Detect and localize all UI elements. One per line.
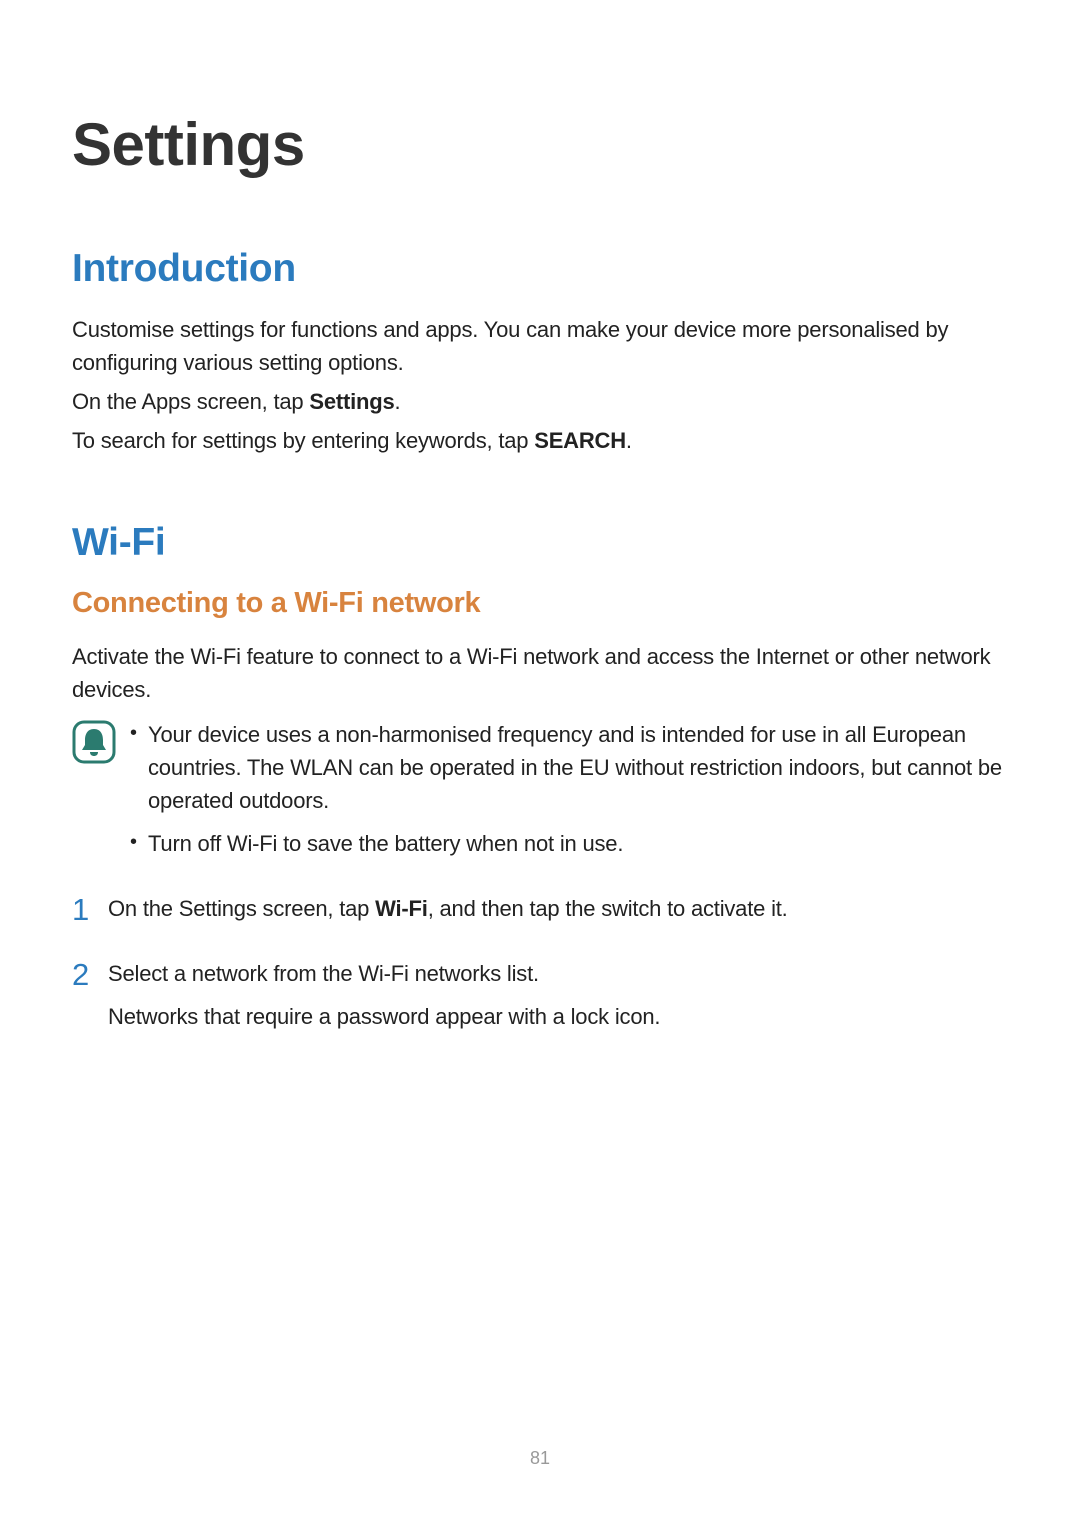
text-span: On the Apps screen, tap [72,389,309,414]
chapter-title: Settings [72,110,1008,179]
note-bullet-1: • Your device uses a non-harmonised freq… [130,718,1008,817]
step-body-2: Select a network from the Wi-Fi networks… [108,957,1008,1043]
note-bell-icon [72,720,116,764]
note-text-1: Your device uses a non-harmonised freque… [148,718,1008,817]
section-heading-introduction: Introduction [72,247,1008,291]
step-number-2: 2 [72,957,108,993]
step-1: 1 On the Settings screen, tap Wi-Fi, and… [72,892,1008,935]
intro-paragraph-3: To search for settings by entering keywo… [72,424,1008,457]
bullet-dot: • [130,718,148,748]
text-span: . [395,389,401,414]
note-text-2: Turn off Wi-Fi to save the battery when … [148,827,1008,860]
wifi-paragraph-1: Activate the Wi-Fi feature to connect to… [72,640,1008,706]
note-bullet-2: • Turn off Wi-Fi to save the battery whe… [130,827,1008,860]
subsection-heading-connecting: Connecting to a Wi-Fi network [72,587,1008,620]
step-1-text: On the Settings screen, tap Wi-Fi, and t… [108,892,1008,925]
section-heading-wifi: Wi-Fi [72,521,1008,565]
step-2: 2 Select a network from the Wi-Fi networ… [72,957,1008,1043]
text-span: On the Settings screen, tap [108,896,375,921]
intro-paragraph-1: Customise settings for functions and app… [72,313,1008,379]
step-body-1: On the Settings screen, tap Wi-Fi, and t… [108,892,1008,935]
note-list: • Your device uses a non-harmonised freq… [130,718,1008,870]
bold-wifi: Wi-Fi [375,896,428,921]
bold-settings: Settings [309,389,394,414]
step-2-text-2: Networks that require a password appear … [108,1000,1008,1033]
text-span: To search for settings by entering keywo… [72,428,534,453]
document-page: Settings Introduction Customise settings… [0,0,1080,1043]
text-span: , and then tap the switch to activate it… [428,896,788,921]
step-2-text-1: Select a network from the Wi-Fi networks… [108,957,1008,990]
note-block: • Your device uses a non-harmonised freq… [72,718,1008,870]
intro-paragraph-2: On the Apps screen, tap Settings. [72,385,1008,418]
bullet-dot: • [130,827,148,857]
bold-search: SEARCH [534,428,626,453]
page-number: 81 [0,1448,1080,1469]
text-span: . [626,428,632,453]
step-number-1: 1 [72,892,108,928]
